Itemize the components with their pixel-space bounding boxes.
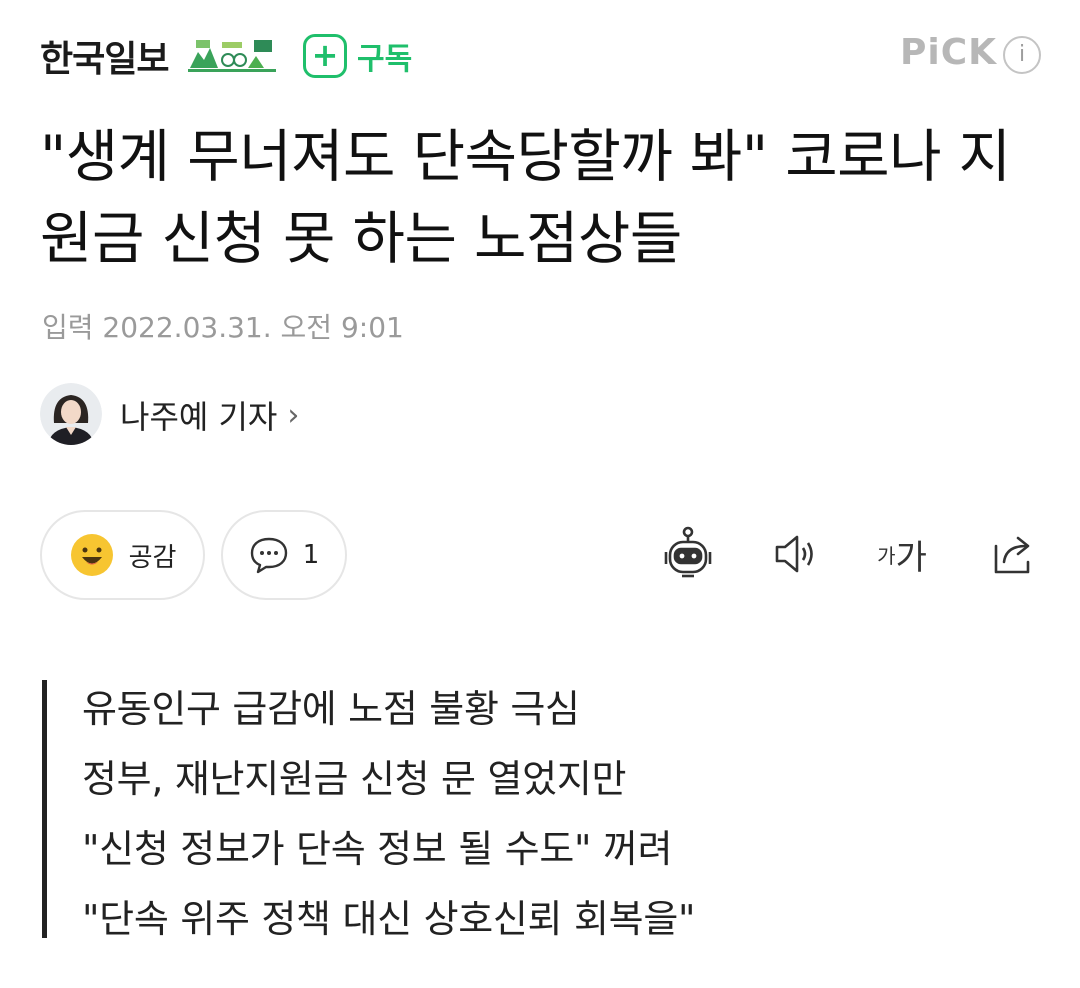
summary-line: "단속 위주 정책 대신 상호신뢰 회복을" xyxy=(82,897,696,941)
subscribe-label: 구독 xyxy=(357,42,413,77)
comment-count: 1 xyxy=(302,540,320,570)
summary-line: 유동인구 급감에 노점 불황 극심 xyxy=(82,687,580,731)
share-button[interactable] xyxy=(974,516,1050,592)
summary-line: 정부, 재난지원금 신청 문 열었지만 xyxy=(82,757,627,801)
reporter-avatar[interactable] xyxy=(40,383,102,445)
reporter-name: 나주예 기자 xyxy=(120,398,278,436)
read-aloud-button[interactable] xyxy=(757,516,833,592)
summary-quote-bar xyxy=(42,680,47,938)
share-icon xyxy=(994,536,1030,574)
article-headline: "생계 무너져도 단속당할까 봐" 코로나 지원금 신청 못 하는 노점상들 xyxy=(40,124,1011,272)
summary-line: "신청 정보가 단속 정보 될 수도" 꺼려 xyxy=(82,827,673,871)
pick-badge: PiCK xyxy=(900,32,998,73)
plus-icon: + xyxy=(303,34,347,78)
info-icon[interactable]: i xyxy=(1003,36,1041,74)
press-logo-emblem xyxy=(188,38,276,72)
chevron-right-icon: › xyxy=(287,397,300,433)
speaker-icon xyxy=(775,535,813,573)
subscribe-button[interactable]: + 구독 xyxy=(303,32,412,80)
publish-date: 입력 2022.03.31. 오전 9:01 xyxy=(42,311,404,344)
reporter-link[interactable]: 나주예 기자 › xyxy=(120,392,299,438)
font-size-button[interactable]: 가가 xyxy=(864,516,940,592)
font-size-small-glyph: 가 xyxy=(877,543,896,568)
ai-summary-button[interactable] xyxy=(650,516,726,592)
article-summary: 유동인구 급감에 노점 불황 극심 정부, 재난지원금 신청 문 열었지만 "신… xyxy=(82,674,695,954)
press-logo[interactable]: 한국일보 xyxy=(40,30,169,82)
comment-bubble-icon xyxy=(250,537,287,574)
empathy-label: 공감 xyxy=(128,542,177,573)
font-size-large-glyph: 가 xyxy=(895,537,927,578)
smile-emoji-icon xyxy=(70,534,113,576)
empathy-button[interactable]: 공감 xyxy=(40,510,205,600)
comment-button[interactable]: 1 xyxy=(221,510,347,600)
robot-icon xyxy=(664,526,712,578)
